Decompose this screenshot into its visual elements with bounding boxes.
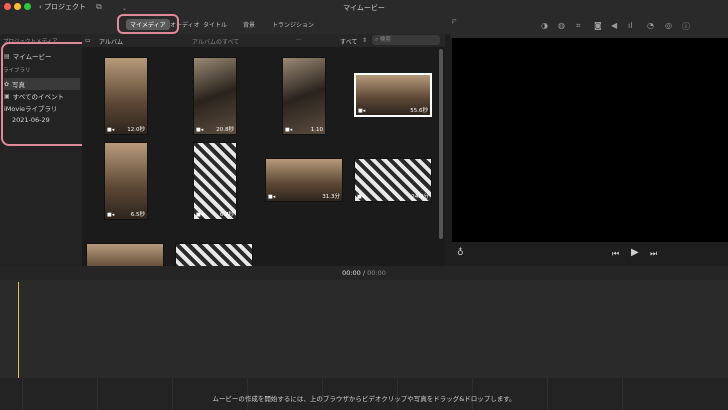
clip-duration: 12.0秒 [127,127,145,133]
voiceover-mic-icon[interactable]: ♁ [457,248,464,258]
sidebar-highlight-outline [1,42,91,146]
album-all-breadcrumb: アルバムのすべて [192,39,240,46]
search-input[interactable]: ⌕ 検索 [372,35,440,45]
clip-duration: 6.7秒 [219,212,234,218]
window-title: マイムービー [343,4,385,12]
preview-viewer [452,38,728,242]
clip-duration: 55.6秒 [410,108,428,114]
timecode-separator: / [362,269,366,277]
timeline-hint: ムービーの作成を開始するには、上のブラウザからビデオクリップや写真をドラッグ&ド… [212,395,516,403]
color-balance-icon[interactable]: ◑ [541,21,548,30]
video-camera-icon: ■◂ [107,212,115,218]
video-camera-icon: ■◂ [285,127,293,133]
media-clip[interactable]: ■◂ 6.5秒 [104,142,148,220]
play-icon[interactable]: ▶ [631,247,639,258]
equalizer-icon[interactable]: ıl [628,21,632,30]
timecode-bar: 00:00 / 00:00 [0,266,728,280]
timecode-total: 00:00 [367,269,386,277]
timecode-current: 00:00 [342,269,361,277]
tab-highlight-outline [117,14,179,34]
video-camera-icon: ■◂ [196,212,204,218]
media-clip[interactable]: ■◂ 6.7秒 [193,142,237,220]
chevron-updown-icon[interactable]: ⇕ [362,37,367,44]
filter-dropdown[interactable]: すべて [340,37,357,46]
clip-duration: 20.8秒 [216,127,234,133]
media-clip[interactable]: ■◂ 1.10 [282,57,326,135]
skip-forward-icon[interactable]: ⏭ [650,249,657,259]
resize-handle-icon[interactable]: ◸ [452,18,457,25]
color-correction-icon[interactable]: ◍ [558,21,565,30]
clip-duration: 1.10 [310,127,323,133]
timecode-display: 00:00 / 00:00 [0,269,728,277]
media-clip[interactable]: ■◂ 12.0秒 [104,57,148,135]
video-camera-icon: ■◂ [196,127,204,133]
tab-transitions[interactable]: トランジション [272,20,314,29]
speed-icon[interactable]: ◔ [647,21,654,30]
skip-back-icon[interactable]: ⏮ [612,249,619,259]
stabilization-icon[interactable]: ◙ [594,21,602,30]
video-camera-icon: ■◂ [107,127,115,133]
search-placeholder: 検索 [379,37,391,43]
media-clip-selected[interactable]: ■◂ 55.6秒 [354,73,432,117]
media-clip[interactable]: ■◂ 31.3分 [265,158,343,202]
video-camera-icon: ■◂ [358,108,366,114]
video-camera-icon: ■◂ [268,194,276,200]
grid-scrollbar[interactable] [439,49,443,239]
clip-duration: 24.8分 [411,194,429,200]
tab-titles[interactable]: タイトル [203,20,227,29]
title-bar: ‹ プロジェクト ⧉ ⌄ マイムービー [0,0,728,15]
media-clip[interactable] [86,243,164,266]
video-camera-icon: ■◂ [357,194,365,200]
album-selector[interactable]: アルバム [99,37,123,46]
filter-icon[interactable]: ◎ [665,21,672,30]
tab-backgrounds[interactable]: 背景 [243,20,255,29]
volume-icon[interactable]: ◀ [611,21,617,30]
browser-tabs: マイメディア オーディオ タイトル 背景 トランジション [0,15,450,34]
media-clip[interactable] [175,243,253,266]
viewer-toolbar: ◸ ◑ ◍ ⌗ ◙ ◀ ıl ◔ ◎ ⓘ [450,15,728,38]
viewer-controls: ♁ ⏮ ▶ ⏭ [450,242,728,266]
info-icon[interactable]: ⓘ [682,21,690,32]
sidebar-toggle-icon[interactable]: ▭ [85,37,91,44]
clip-duration: 31.3分 [322,194,340,200]
clip-duration: 6.5秒 [130,212,145,218]
media-clip[interactable]: ■◂ 20.8秒 [193,57,237,135]
media-grid: ■◂ 12.0秒 ■◂ 20.8秒 ■◂ 1.10 ■◂ 55.6秒 ■◂ 6.… [82,47,445,266]
crop-icon[interactable]: ⌗ [576,21,581,31]
media-clip[interactable]: ■◂ 24.8分 [354,158,432,202]
more-icon[interactable]: ··· [296,37,302,44]
